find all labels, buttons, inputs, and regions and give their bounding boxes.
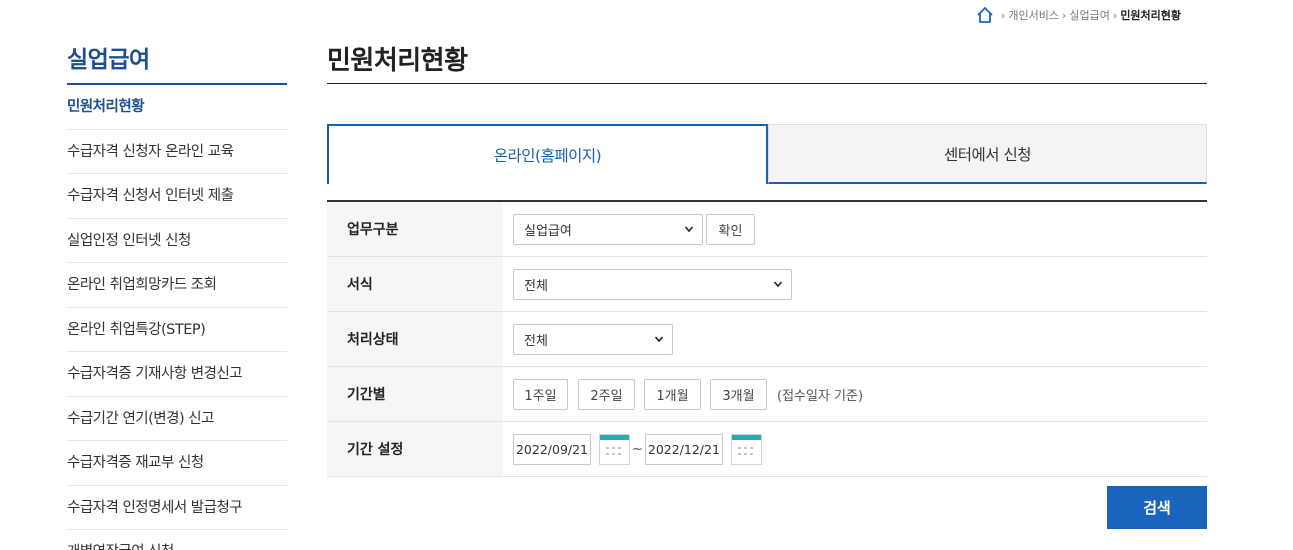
field-label: 처리상태	[327, 312, 503, 366]
chevron-right-icon: ›	[1112, 8, 1118, 22]
sidebar-item[interactable]: 수급자격 신청자 온라인 교육	[67, 130, 287, 174]
chevron-down-icon	[773, 281, 783, 288]
start-date-input[interactable]: 2022/09/21	[513, 433, 591, 465]
form-row-period: 기간별 1주일 2주일 1개월 3개월 (접수일자 기준)	[327, 367, 1207, 422]
breadcrumb-item[interactable]: 실업급여	[1069, 7, 1109, 23]
breadcrumb: › 개인서비스 › 실업급여 › 민원처리현황	[976, 4, 1181, 26]
sidebar-item[interactable]: 개별연장급여 신청	[67, 530, 287, 550]
status-select[interactable]: 전체	[513, 323, 673, 355]
chevron-right-icon: ›	[1001, 8, 1006, 22]
search-button[interactable]: 검색	[1107, 486, 1207, 529]
work-type-select[interactable]: 실업급여	[513, 213, 703, 245]
sidebar-item[interactable]: 민원처리현황	[67, 85, 287, 130]
form-row-format: 서식 전체	[327, 257, 1207, 312]
sidebar-item[interactable]: 온라인 취업희망카드 조회	[67, 263, 287, 308]
field-label: 기간 설정	[327, 422, 503, 476]
sidebar-item[interactable]: 수급자격증 재교부 신청	[67, 441, 287, 486]
main-content: 민원처리현황 온라인(홈페이지) 센터에서 신청 업무구분 실업급여 확인 서식…	[327, 40, 1207, 529]
form-row-status: 처리상태 전체	[327, 312, 1207, 367]
select-value: 전체	[524, 278, 548, 294]
sidebar-item[interactable]: 온라인 취업특강(STEP)	[67, 308, 287, 352]
form-row-date-range: 기간 설정 2022/09/21 ~ 2022/12/21	[327, 422, 1207, 477]
sidebar-title: 실업급여	[67, 40, 287, 85]
tab-online[interactable]: 온라인(홈페이지)	[327, 124, 768, 184]
sidebar-item[interactable]: 수급기간 연기(변경) 신고	[67, 397, 287, 441]
form-row-work-type: 업무구분 실업급여 확인	[327, 202, 1207, 257]
period-2week-button[interactable]: 2주일	[578, 378, 635, 410]
field-label: 기간별	[327, 367, 503, 421]
select-value: 실업급여	[524, 223, 572, 239]
confirm-button[interactable]: 확인	[706, 213, 755, 245]
period-1week-button[interactable]: 1주일	[513, 378, 568, 410]
breadcrumb-item[interactable]: 개인서비스	[1008, 7, 1059, 23]
end-date-input[interactable]: 2022/12/21	[644, 433, 723, 465]
chevron-down-icon	[654, 336, 664, 343]
tab-center[interactable]: 센터에서 신청	[768, 124, 1207, 184]
sidebar-item[interactable]: 수급자격증 기재사항 변경신고	[67, 352, 287, 397]
select-value: 전체	[524, 333, 548, 349]
field-label: 업무구분	[327, 202, 503, 256]
search-form: 업무구분 실업급여 확인 서식 전체 처리상태 전체 기간별 1주일 2주일 1…	[327, 200, 1207, 477]
breadcrumb-current: 민원처리현황	[1120, 9, 1182, 22]
period-note: (접수일자 기준)	[777, 388, 864, 404]
calendar-icon[interactable]	[730, 433, 762, 465]
chevron-down-icon	[684, 226, 694, 233]
format-select[interactable]: 전체	[513, 268, 792, 300]
page-title: 민원처리현황	[327, 40, 1207, 84]
sidebar-item[interactable]: 수급자격 신청서 인터넷 제출	[67, 174, 287, 219]
field-label: 서식	[327, 257, 503, 311]
period-1month-button[interactable]: 1개월	[644, 378, 701, 410]
period-3month-button[interactable]: 3개월	[710, 378, 767, 410]
tab-bar: 온라인(홈페이지) 센터에서 신청	[327, 124, 1207, 184]
sidebar-item[interactable]: 실업인정 인터넷 신청	[67, 219, 287, 263]
date-separator: ~	[632, 441, 643, 457]
home-icon[interactable]	[976, 6, 994, 24]
chevron-right-icon: ›	[1062, 8, 1067, 22]
sidebar-item[interactable]: 수급자격 인정명세서 발급청구	[67, 486, 287, 530]
calendar-icon[interactable]	[599, 433, 630, 465]
sidebar: 실업급여 민원처리현황 수급자격 신청자 온라인 교육 수급자격 신청서 인터넷…	[67, 40, 287, 550]
